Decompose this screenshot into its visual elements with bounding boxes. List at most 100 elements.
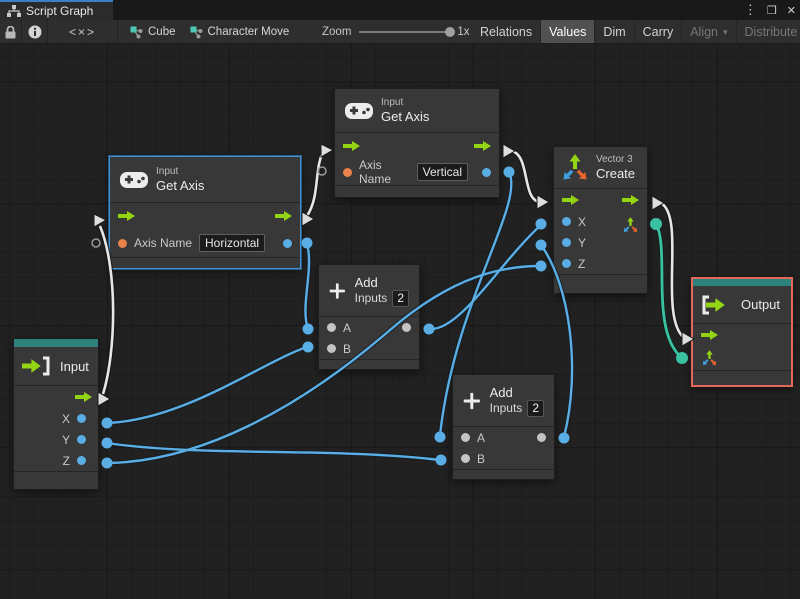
node-footer [554, 274, 647, 284]
vector3-input-port[interactable] [701, 349, 718, 367]
param-row: Axis Name Vertical [335, 158, 499, 186]
value-output-port[interactable] [537, 433, 546, 442]
value-output-port[interactable] [402, 323, 411, 332]
vector-input-row [693, 346, 791, 370]
value-input-port-a[interactable] [327, 323, 336, 332]
string-input-port[interactable] [343, 167, 352, 177]
flow-row [110, 203, 300, 229]
tab-title: Script Graph [26, 4, 94, 18]
port-row-a: A [319, 317, 419, 338]
value-output-port-y[interactable] [77, 435, 86, 444]
breadcrumb-cube[interactable]: Cube [130, 26, 176, 39]
flow-output-port[interactable] [474, 141, 491, 151]
script-graph-window: Script Graph ⋮ ❒ ✕ <×> Cube Character Mo… [0, 0, 800, 599]
node-add-1[interactable]: Add Inputs 2 A B [318, 264, 420, 370]
value-input-port-z[interactable] [562, 259, 571, 268]
value-output-port-z[interactable] [77, 456, 86, 465]
value-input-port-a[interactable] [461, 433, 470, 442]
gamepad-icon [345, 102, 373, 119]
flow-input-port[interactable] [343, 141, 360, 151]
node-footer [335, 185, 499, 196]
node-footer [453, 469, 554, 479]
axis-name-field[interactable]: Vertical [416, 163, 468, 181]
node-header: Add Inputs 2 [453, 375, 554, 427]
node-title: Get Axis [381, 109, 430, 124]
node-vector3-create[interactable]: Vector 3 Create X Y Z [553, 146, 648, 294]
flow-output-port[interactable] [75, 392, 92, 402]
value-output-port-x[interactable] [77, 414, 86, 423]
window-controls: ⋮ ❒ ✕ [744, 0, 796, 20]
tab-bar: Script Graph ⋮ ❒ ✕ [0, 0, 800, 20]
graph-pointer-button[interactable]: <×> [48, 20, 118, 43]
zoom-control: Zoom 1x [322, 20, 470, 43]
node-footer [693, 370, 791, 380]
flow-row [335, 133, 499, 159]
inputs-count-field[interactable]: 2 [392, 289, 409, 307]
plus-icon [329, 282, 345, 299]
breadcrumb-character-move[interactable]: Character Move [190, 26, 290, 39]
inputs-label: Inputs [354, 291, 388, 305]
node-get-axis-horizontal[interactable]: Input Get Axis Axis Name Horizontal [109, 156, 301, 269]
menu-icon[interactable]: ⋮ [744, 2, 757, 18]
inputs-count-field[interactable]: 2 [527, 399, 544, 417]
string-input-port[interactable] [118, 238, 127, 248]
value-input-port-b[interactable] [461, 454, 470, 463]
flow-input-port[interactable] [118, 211, 135, 221]
dim-button[interactable]: Dim [595, 20, 635, 43]
zoom-slider-handle[interactable] [445, 27, 456, 37]
port-row-z: Z [14, 450, 98, 471]
node-category: Input [381, 97, 404, 108]
port-row-x: X [14, 408, 98, 429]
view-buttons: Relations Values Dim Carry Align ▾ Distr… [472, 20, 800, 43]
zoom-value: 1x [457, 26, 470, 38]
node-accent-strip [14, 339, 98, 347]
flow-output-port[interactable] [622, 195, 639, 205]
port-row-x: X [554, 211, 647, 232]
breadcrumb-glyph: <×> [68, 25, 97, 39]
align-dropdown[interactable]: Align ▾ [682, 20, 737, 43]
info-button[interactable] [22, 20, 48, 43]
value-output-port[interactable] [283, 238, 292, 248]
flow-output-port[interactable] [275, 211, 292, 221]
node-title: Create [596, 166, 636, 181]
node-accent-strip [693, 279, 791, 286]
values-button[interactable]: Values [541, 20, 596, 43]
carry-button[interactable]: Carry [635, 20, 683, 43]
breadcrumb-label: Cube [148, 26, 176, 38]
lock-button[interactable] [0, 20, 22, 43]
distribute-dropdown[interactable]: Distribute ▾ [737, 20, 800, 43]
node-footer [110, 257, 300, 268]
value-input-port-x[interactable] [562, 217, 571, 226]
maximize-icon[interactable]: ❒ [767, 4, 777, 17]
node-get-axis-vertical[interactable]: Input Get Axis Axis Name Vertical [334, 88, 500, 198]
flow-input-port[interactable] [701, 330, 718, 340]
breadcrumb-label: Character Move [207, 26, 290, 38]
tab-script-graph[interactable]: Script Graph [0, 0, 113, 20]
node-header: Add Inputs 2 [319, 265, 419, 317]
axis-name-field[interactable]: Horizontal [199, 234, 266, 252]
node-graph-input[interactable]: Input X Y Z [13, 338, 99, 490]
param-label: Axis Name [134, 236, 193, 250]
node-add-2[interactable]: Add Inputs 2 A B [452, 374, 555, 480]
graph-hierarchy-icon [7, 4, 21, 17]
lock-icon [5, 25, 16, 38]
flow-input-port[interactable] [562, 195, 579, 205]
port-row-a: A [453, 427, 554, 448]
vector3-output-port[interactable] [622, 216, 639, 234]
port-row-y: Y [554, 232, 647, 253]
node-graph-output[interactable]: Output [691, 277, 793, 387]
subgraph-icon [190, 26, 202, 38]
graph-toolbar: <×> Cube Character Move Zoom 1x Relation… [0, 20, 800, 44]
value-output-port[interactable] [482, 167, 491, 177]
value-input-port-y[interactable] [562, 238, 571, 247]
port-row-z: Z [554, 253, 647, 274]
zoom-slider[interactable] [359, 27, 456, 37]
zoom-label: Zoom [322, 26, 352, 38]
relations-button[interactable]: Relations [472, 20, 542, 43]
node-header: Input Get Axis [335, 89, 499, 133]
close-icon[interactable]: ✕ [787, 4, 796, 17]
node-header: Input [14, 347, 98, 386]
node-title: Input [60, 358, 89, 374]
port-row-y: Y [14, 429, 98, 450]
value-input-port-b[interactable] [327, 344, 336, 353]
